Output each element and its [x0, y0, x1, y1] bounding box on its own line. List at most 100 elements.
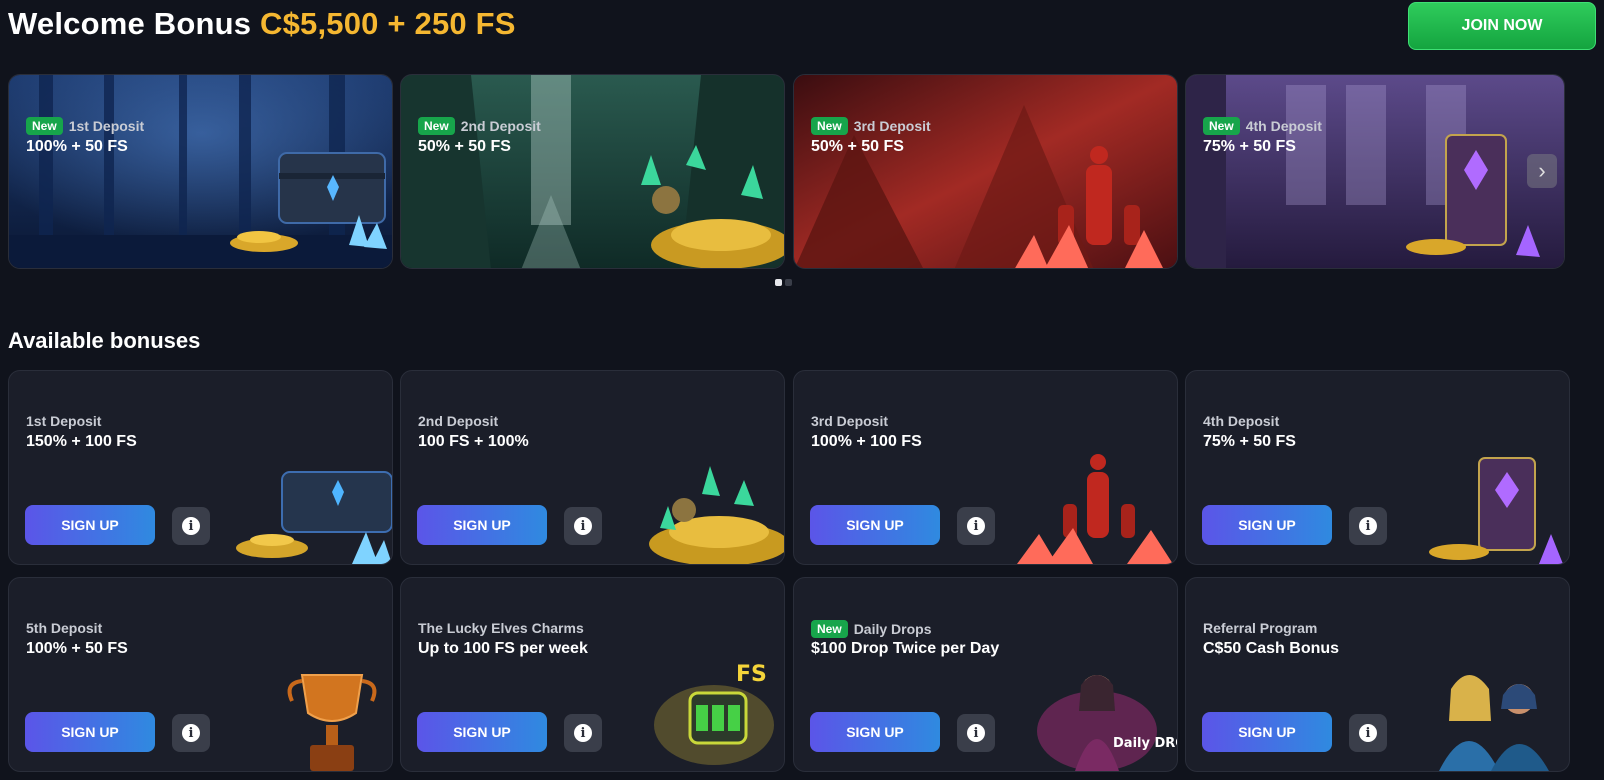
welcome-bonus-title: Welcome Bonus C$5,500 + 250 FS: [8, 6, 516, 42]
card-offer: 100 FS + 100%: [418, 433, 529, 450]
card-tagline: Referral Program: [1203, 620, 1317, 636]
card-subtitle: 5th Deposit: [26, 620, 103, 636]
slide-offer: 50% + 50 FS: [418, 138, 511, 155]
new-badge: New: [1203, 117, 1240, 135]
info-icon: i: [574, 517, 592, 535]
new-badge: New: [811, 620, 848, 638]
card-subtitle: 3rd Deposit: [811, 413, 889, 429]
daily-drops-label: Daily DROPS: [1113, 736, 1177, 751]
info-icon: i: [1359, 517, 1377, 535]
slot-fs-label: FS: [736, 662, 767, 687]
red-cave-statue-illustration: [794, 75, 1177, 268]
card-offer: 100% + 50 FS: [26, 640, 128, 657]
gold-pile-illustration: [649, 466, 784, 564]
card-offer: C$50 Cash Bonus: [1203, 640, 1340, 657]
title-text: Welcome Bonus: [8, 6, 260, 41]
info-icon: i: [967, 517, 985, 535]
info-button[interactable]: i: [1349, 714, 1387, 752]
card-subtitle: Referral Program: [1203, 620, 1318, 636]
card-offer: $100 Drop Twice per Day: [811, 640, 1000, 657]
slide-offer: 100% + 50 FS: [26, 138, 128, 155]
throne-illustration: [1429, 457, 1563, 564]
red-statue-illustration: [1017, 454, 1173, 564]
card-subtitle: 4th Deposit: [1203, 413, 1280, 429]
card-offer: Up to 100 FS per week: [418, 640, 588, 657]
join-now-button[interactable]: JOIN NOW: [1408, 2, 1596, 50]
card-subtitle: 2nd Deposit: [418, 413, 499, 429]
card-offer: 75% + 50 FS: [1203, 433, 1296, 450]
slide-subtitle: 1st Deposit: [68, 118, 145, 134]
carousel-slide-1[interactable]: New 1st Deposit 100% + 50 FS: [8, 74, 393, 269]
card-subtitle: Daily Drops: [853, 621, 932, 637]
info-button[interactable]: i: [172, 507, 210, 545]
card-tagline: New Daily Drops: [811, 620, 932, 638]
card-tagline: 4th Deposit: [1203, 413, 1279, 429]
carousel-slide-2[interactable]: New 2nd Deposit 50% + 50 FS: [400, 74, 785, 269]
card-tagline: 5th Deposit: [26, 620, 102, 636]
bonus-card: New Daily Drops $100 Drop Twice per Day …: [793, 577, 1178, 772]
sign-up-button[interactable]: SIGN UP: [25, 712, 155, 752]
elves-couple-illustration: [1439, 675, 1549, 771]
carousel-dot-1[interactable]: [775, 279, 782, 286]
sign-up-button[interactable]: SIGN UP: [417, 712, 547, 752]
info-button[interactable]: i: [1349, 507, 1387, 545]
bonus-card: Referral Program C$50 Cash Bonus SIGN UP…: [1185, 577, 1570, 772]
carousel-slide-4[interactable]: New 4th Deposit 75% + 50 FS: [1185, 74, 1565, 269]
sign-up-button[interactable]: SIGN UP: [810, 712, 940, 752]
new-badge: New: [26, 117, 63, 135]
info-button[interactable]: i: [172, 714, 210, 752]
bonus-card: The Lucky Elves Charms Up to 100 FS per …: [400, 577, 785, 772]
daily-drops-illustration: Daily DROPS: [1037, 675, 1177, 771]
bonus-card: 4th Deposit 75% + 50 FS SIGN UP i: [1185, 370, 1570, 565]
card-tagline: 1st Deposit: [26, 413, 101, 429]
card-offer: 100% + 100 FS: [811, 433, 922, 450]
treasure-chest-illustration: [236, 471, 392, 564]
chevron-right-icon: ›: [1538, 158, 1546, 183]
sign-up-button[interactable]: SIGN UP: [810, 505, 940, 545]
card-tagline: 2nd Deposit: [418, 413, 498, 429]
welcome-bonus-carousel: New 1st Deposit 100% + 50 FS New 2nd Dep…: [8, 74, 1596, 269]
blue-forest-chest-illustration: [9, 75, 392, 268]
sign-up-button[interactable]: SIGN UP: [1202, 505, 1332, 545]
purple-throne-illustration: [1186, 75, 1564, 268]
page-header: Welcome Bonus C$5,500 + 250 FS JOIN NOW: [8, 0, 1596, 56]
section-title: Available bonuses: [8, 328, 201, 353]
card-tagline: 3rd Deposit: [811, 413, 888, 429]
slide-subtitle: 2nd Deposit: [460, 118, 541, 134]
slide-tagline: New 2nd Deposit: [418, 117, 541, 135]
bonus-card: 2nd Deposit 100 FS + 100% SIGN UP i: [400, 370, 785, 565]
carousel-dot-2[interactable]: [785, 279, 792, 286]
slide-tagline: New 1st Deposit: [26, 117, 144, 135]
slot-machine-illustration: FS: [654, 662, 774, 765]
sign-up-button[interactable]: SIGN UP: [25, 505, 155, 545]
info-icon: i: [574, 724, 592, 742]
slide-subtitle: 4th Deposit: [1245, 118, 1322, 134]
card-subtitle: The Lucky Elves Charms: [418, 620, 584, 636]
new-badge: New: [811, 117, 848, 135]
slide-offer: 75% + 50 FS: [1203, 138, 1296, 155]
bonus-card: 5th Deposit 100% + 50 FS SIGN UP i: [8, 577, 393, 772]
info-icon: i: [967, 724, 985, 742]
card-subtitle: 1st Deposit: [26, 413, 102, 429]
sign-up-button[interactable]: SIGN UP: [417, 505, 547, 545]
slide-tagline: New 4th Deposit: [1203, 117, 1322, 135]
green-waterfall-treasure-illustration: [401, 75, 784, 268]
slide-tagline: New 3rd Deposit: [811, 117, 931, 135]
carousel-pagination: [775, 279, 792, 286]
carousel-next-button[interactable]: ›: [1527, 154, 1557, 188]
info-button[interactable]: i: [957, 714, 995, 752]
sign-up-button[interactable]: SIGN UP: [1202, 712, 1332, 752]
slide-offer: 50% + 50 FS: [811, 138, 904, 155]
new-badge: New: [418, 117, 455, 135]
info-icon: i: [182, 517, 200, 535]
info-button[interactable]: i: [957, 507, 995, 545]
info-button[interactable]: i: [564, 714, 602, 752]
info-icon: i: [182, 724, 200, 742]
info-button[interactable]: i: [564, 507, 602, 545]
card-offer: 150% + 100 FS: [26, 433, 137, 450]
carousel-slide-3[interactable]: New 3rd Deposit 50% + 50 FS: [793, 74, 1178, 269]
slide-subtitle: 3rd Deposit: [853, 118, 931, 134]
card-tagline: The Lucky Elves Charms: [418, 620, 584, 636]
title-highlight: C$5,500 + 250 FS: [260, 6, 516, 41]
bonus-card: 3rd Deposit 100% + 100 FS SIGN UP i: [793, 370, 1178, 565]
